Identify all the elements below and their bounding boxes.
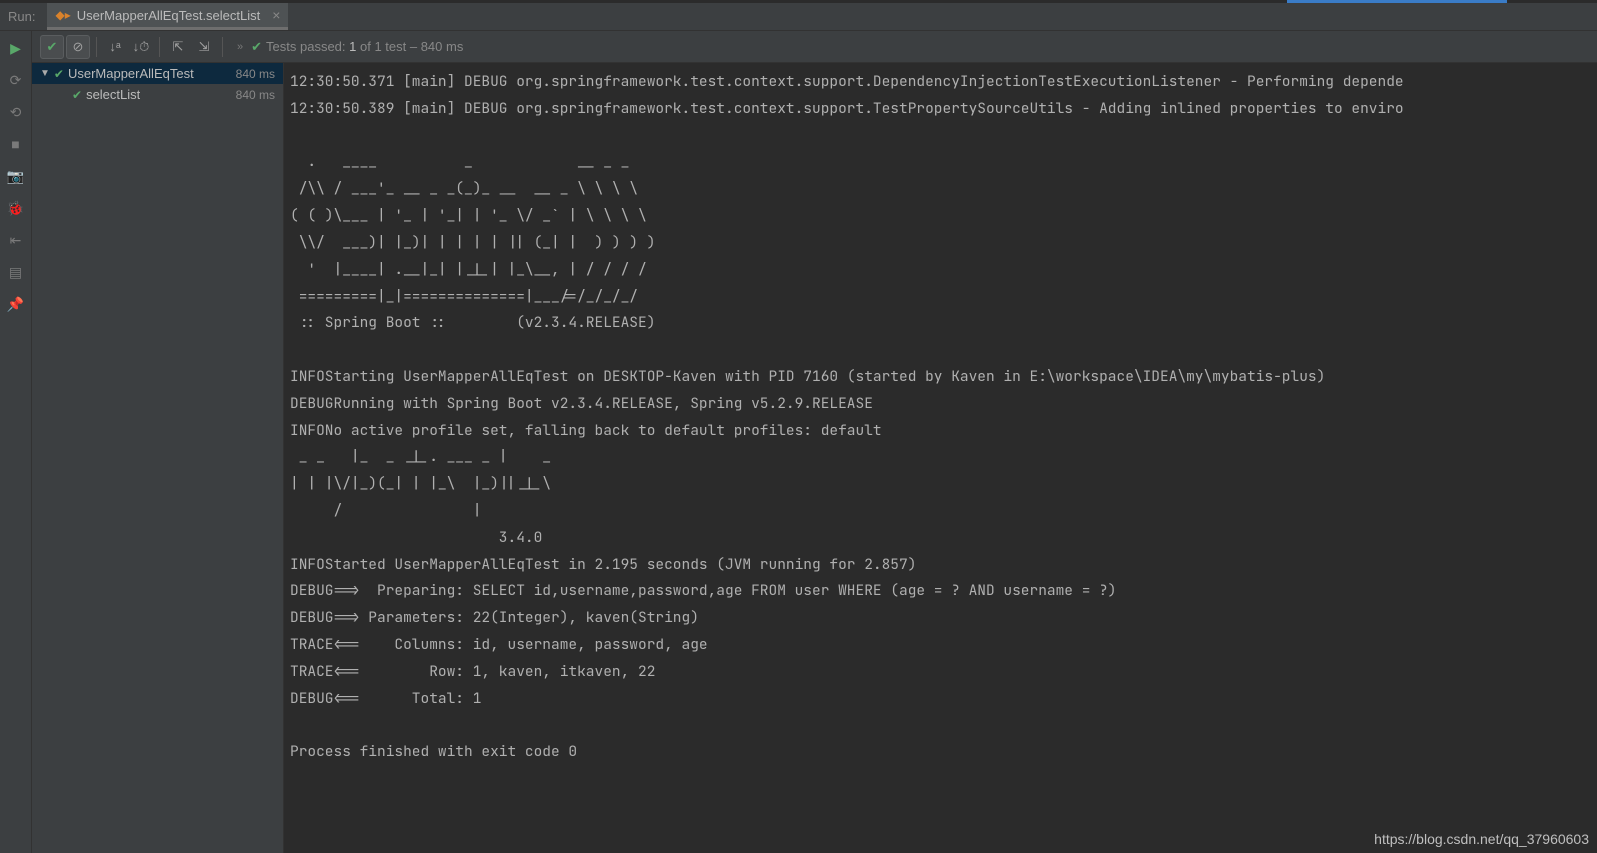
check-icon: ✔ (54, 67, 64, 81)
close-icon[interactable]: × (272, 7, 280, 23)
toolbar-separator (96, 37, 97, 57)
tests-passed-mid: of 1 test (356, 39, 406, 54)
rerun-failed-button[interactable]: ⟲ (7, 103, 25, 121)
chevron-right-icon: » (237, 41, 243, 53)
tree-child-name: selectList (86, 87, 140, 102)
exit-icon[interactable]: ⇤ (7, 231, 25, 249)
tab-selected[interactable]: ◆▸ UserMapperAllEqTest.selectList × (47, 3, 288, 30)
chevron-down-icon[interactable]: ▼ (40, 68, 50, 79)
stop-button[interactable]: ■ (7, 135, 25, 153)
sort-alpha-button[interactable]: ↓ᵃ (103, 35, 127, 59)
test-tree[interactable]: ▼ ✔ UserMapperAllEqTest 840 ms ✔ selectL… (32, 63, 284, 853)
watermark: https://blog.csdn.net/qq_37960603 (1374, 831, 1589, 847)
run-label: Run: (8, 9, 35, 24)
tests-passed-time: – 840 ms (406, 39, 463, 54)
show-passed-button[interactable]: ✔ (40, 35, 64, 59)
rerun-button[interactable]: ▶ (7, 39, 25, 57)
pin-button[interactable]: 📌 (7, 295, 25, 313)
toggle-auto-test-button[interactable]: ⟳ (7, 71, 25, 89)
tree-child-row[interactable]: ✔ selectList 840 ms (32, 84, 283, 105)
left-gutter: ▶ ⟳ ⟲ ■ 📷 🐞 ⇤ ▤ 📌 (0, 31, 32, 853)
main-area: ▶ ⟳ ⟲ ■ 📷 🐞 ⇤ ▤ 📌 ✔ ⊘ ↓ᵃ ↓⏱ ⇱ ⇲ » ✔ Test… (0, 31, 1597, 853)
tab-title: UserMapperAllEqTest.selectList (77, 8, 261, 23)
console-output[interactable]: 12:30:50.371 [main] DEBUG org.springfram… (284, 63, 1597, 853)
content-area: ✔ ⊘ ↓ᵃ ↓⏱ ⇱ ⇲ » ✔ Tests passed: 1 of 1 t… (32, 31, 1597, 853)
check-icon: ✔ (251, 39, 262, 55)
collapse-all-button[interactable]: ⇲ (192, 35, 216, 59)
tab-run-config-icon: ◆▸ (55, 8, 70, 22)
tab-row: Run: ◆▸ UserMapperAllEqTest.selectList × (0, 3, 1597, 31)
show-ignored-button[interactable]: ⊘ (66, 35, 90, 59)
tree-root-name: UserMapperAllEqTest (68, 66, 194, 81)
toolbar-separator (222, 37, 223, 57)
expand-all-button[interactable]: ⇱ (166, 35, 190, 59)
tree-root-row[interactable]: ▼ ✔ UserMapperAllEqTest 840 ms (32, 63, 283, 84)
tests-passed-status: ✔ Tests passed: 1 of 1 test – 840 ms (251, 39, 463, 55)
dump-threads-button[interactable]: 📷 (7, 167, 25, 185)
bug-icon[interactable]: 🐞 (7, 199, 25, 217)
panes: ▼ ✔ UserMapperAllEqTest 840 ms ✔ selectL… (32, 63, 1597, 853)
top-accent-bar (0, 0, 1597, 3)
tests-passed-prefix: Tests passed: (266, 39, 349, 54)
layout-button[interactable]: ▤ (7, 263, 25, 281)
toolbar-separator (159, 37, 160, 57)
test-toolbar: ✔ ⊘ ↓ᵃ ↓⏱ ⇱ ⇲ » ✔ Tests passed: 1 of 1 t… (32, 31, 1597, 63)
sort-duration-button[interactable]: ↓⏱ (129, 35, 153, 59)
tree-root-time: 840 ms (236, 67, 275, 81)
check-icon: ✔ (72, 88, 82, 102)
tree-child-time: 840 ms (236, 88, 275, 102)
